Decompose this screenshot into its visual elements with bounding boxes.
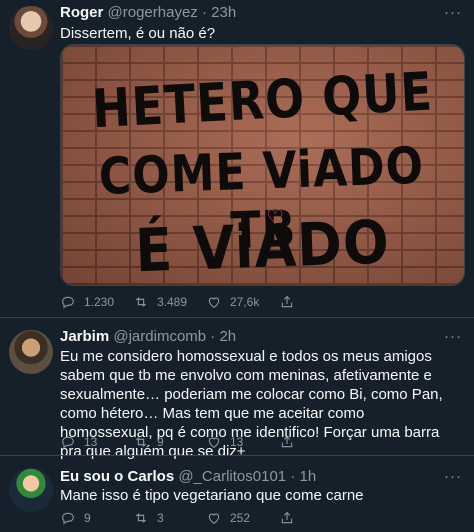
avatar[interactable] [9,468,53,512]
reply-count: 9 [84,511,91,525]
author-name[interactable]: Roger [60,4,103,21]
share-icon [281,295,293,308]
retweet-icon [135,513,147,523]
avatar[interactable] [9,330,53,374]
retweet-button[interactable]: 3 [133,510,206,526]
author-name[interactable]: Jarbim [60,328,109,345]
tweet-header: Jarbim @jardimcomb · 2h [60,328,236,345]
reply-icon [62,296,74,309]
separator-dot: · [201,4,207,21]
like-button[interactable]: 252 [206,510,279,526]
retweet-count: 9 [157,435,164,449]
more-icon[interactable]: ··· [444,468,462,485]
retweet-icon [135,437,147,447]
share-button[interactable] [279,434,299,450]
tweet-image[interactable]: HETERO QUE COME ViADO TB É ViADO ♡ [60,44,465,286]
reply-button[interactable]: 1.230 [60,294,133,310]
retweet-count: 3.489 [157,295,188,309]
tweet[interactable]: Roger @rogerhayez · 23h ··· Dissertem, é… [0,0,474,317]
separator-dot: · [210,328,216,345]
reply-count: 13 [84,435,98,449]
tweet-actions: 9 3 252 [60,510,299,526]
tweet[interactable]: Jarbim @jardimcomb · 2h ··· Eu me consid… [0,318,474,460]
heart-icon: ♡ [266,207,284,229]
reply-button[interactable]: 9 [60,510,133,526]
author-name[interactable]: Eu sou o Carlos [60,468,174,485]
more-icon[interactable]: ··· [444,4,462,21]
retweet-icon [135,297,147,307]
share-button[interactable] [279,510,299,526]
tweet-actions: 13 9 13 [60,434,299,450]
tweet-actions: 1.230 3.489 27,6k [60,294,299,310]
author-handle[interactable]: @_Carlitos0101 [178,468,286,485]
graffiti-line-3: É ViADO [134,207,391,286]
tweet-header: Roger @rogerhayez · 23h [60,4,236,21]
like-icon [208,437,220,448]
reply-button[interactable]: 13 [60,434,133,450]
author-handle[interactable]: @rogerhayez [108,4,198,21]
like-icon [208,513,220,524]
like-button[interactable]: 13 [206,434,279,450]
reply-icon [62,512,74,525]
like-count: 13 [230,435,244,449]
tweet-text: Dissertem, é ou não é? [60,25,216,42]
tweet-header: Eu sou o Carlos @_Carlitos0101 · 1h [60,468,316,485]
reply-count: 1.230 [84,295,115,309]
avatar[interactable] [9,6,53,50]
retweet-count: 3 [157,511,164,525]
tweet[interactable]: Eu sou o Carlos @_Carlitos0101 · 1h ··· … [0,456,474,532]
separator-dot: · [290,468,296,485]
tweet-text: Mane isso é tipo vegetariano que come ca… [60,487,364,504]
share-icon [281,435,293,448]
like-count: 27,6k [230,295,260,309]
author-handle[interactable]: @jardimcomb [113,328,206,345]
timestamp[interactable]: 1h [300,468,317,485]
like-count: 252 [230,511,251,525]
retweet-button[interactable]: 9 [133,434,206,450]
like-button[interactable]: 27,6k [206,294,279,310]
like-icon [208,297,220,308]
share-button[interactable] [279,294,299,310]
share-icon [281,511,293,524]
more-icon[interactable]: ··· [444,328,462,345]
reply-icon [62,436,74,449]
timestamp[interactable]: 2h [219,328,236,345]
timestamp[interactable]: 23h [211,4,236,21]
retweet-button[interactable]: 3.489 [133,294,206,310]
